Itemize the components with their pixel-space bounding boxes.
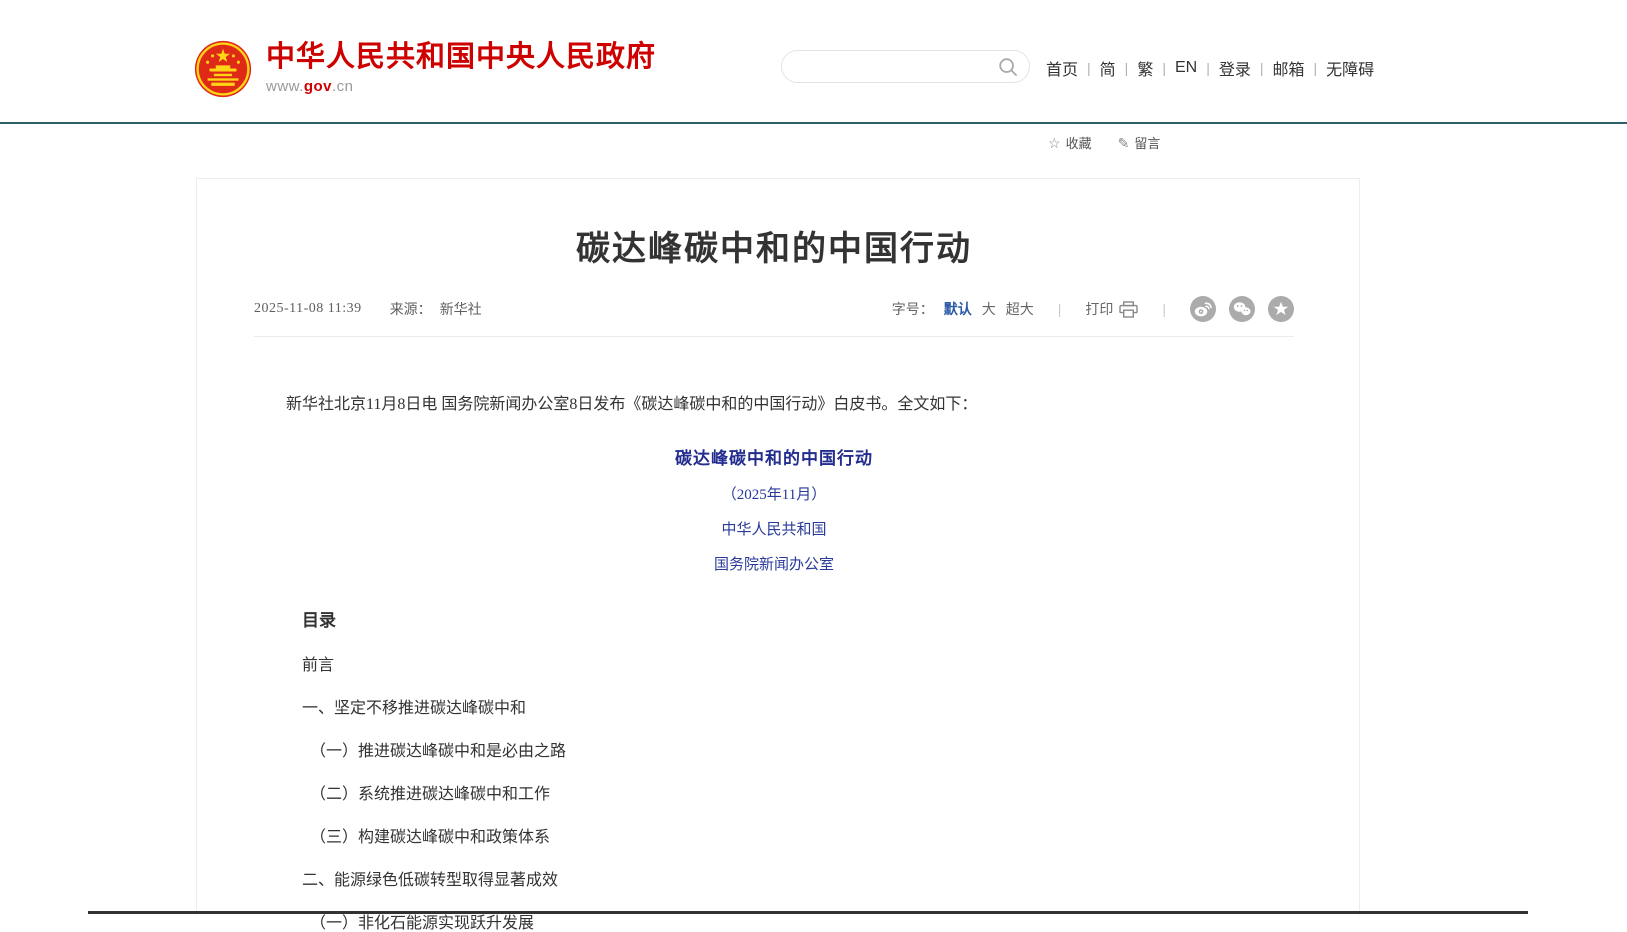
source-value: 新华社 — [440, 299, 482, 319]
article-title: 碳达峰碳中和的中国行动 — [254, 221, 1294, 270]
quick-actions: ☆ 收藏 ✎ 留言 — [1048, 133, 1160, 152]
nav-link-accessibility[interactable]: 无障碍 — [1326, 56, 1374, 80]
nav-separator: | — [1087, 60, 1091, 76]
pencil-icon: ✎ — [1118, 136, 1130, 150]
meta-right: 字号： 默认 大 超大 | 打印 | — [892, 296, 1294, 322]
nav-separator: | — [1314, 60, 1318, 76]
comment-label: 留言 — [1134, 133, 1160, 152]
toc-item: 二、能源绿色低碳转型取得显著成效 — [302, 873, 1294, 889]
article-meta: 2025-11-08 11:39 来源： 新华社 字号： 默认 大 超大 | 打… — [254, 296, 1294, 337]
site-title: 中华人民共和国中央人民政府 — [266, 40, 656, 74]
lead-paragraph: 新华社北京11月8日电 国务院新闻办公室8日发布《碳达峰碳中和的中国行动》白皮书… — [254, 391, 1294, 420]
weibo-icon — [1190, 296, 1216, 322]
nav-separator: | — [1125, 60, 1129, 76]
font-size-default-button[interactable]: 默认 — [944, 299, 972, 319]
document-org-line2: 国务院新闻办公室 — [254, 553, 1294, 574]
site-url: www.gov.cn — [266, 78, 656, 95]
share-icons — [1190, 296, 1294, 322]
source-label: 来源： — [390, 299, 432, 319]
publish-date: 2025-11-08 11:39 — [254, 301, 362, 317]
toc-item: 一、坚定不移推进碳达峰碳中和 — [302, 701, 1294, 717]
toc-item: 前言 — [302, 658, 1294, 674]
favorite-label: 收藏 — [1066, 133, 1092, 152]
printer-icon — [1119, 301, 1138, 318]
url-suffix: .cn — [332, 78, 354, 95]
nav-link-home[interactable]: 首页 — [1046, 56, 1078, 80]
share-wechat-button[interactable] — [1229, 296, 1255, 322]
document-title: 碳达峰碳中和的中国行动 — [254, 444, 1294, 469]
nav-link-mail[interactable]: 邮箱 — [1273, 56, 1305, 80]
share-weibo-button[interactable] — [1190, 296, 1216, 322]
toc-item: （一）非化石能源实现跃升发展 — [302, 916, 1294, 932]
top-nav: 首页 | 简 | 繁 | EN | 登录 | 邮箱 | 无障碍 — [1046, 56, 1374, 80]
print-label: 打印 — [1085, 299, 1113, 319]
table-of-contents: 前言 一、坚定不移推进碳达峰碳中和 （一）推进碳达峰碳中和是必由之路 （二）系统… — [302, 658, 1294, 932]
magnifier-icon — [998, 57, 1018, 77]
wechat-icon — [1229, 296, 1255, 322]
footer-top-border — [88, 911, 1528, 914]
font-size-large-button[interactable]: 大 — [982, 299, 996, 319]
document-org-line1: 中华人民共和国 — [254, 518, 1294, 539]
share-qzone-button[interactable] — [1268, 296, 1294, 322]
logo-text: 中华人民共和国中央人民政府 www.gov.cn — [266, 40, 656, 95]
search-input[interactable] — [798, 59, 997, 75]
nav-separator: | — [1206, 60, 1210, 76]
site-logo[interactable]: 中华人民共和国中央人民政府 www.gov.cn — [194, 40, 656, 98]
url-prefix: www. — [266, 78, 304, 95]
document-date: （2025年11月） — [254, 483, 1294, 504]
article-container: 碳达峰碳中和的中国行动 2025-11-08 11:39 来源： 新华社 字号：… — [196, 178, 1360, 915]
header-divider — [0, 122, 1627, 124]
comment-button[interactable]: ✎ 留言 — [1118, 133, 1161, 152]
nav-link-login[interactable]: 登录 — [1219, 56, 1251, 80]
meta-left: 2025-11-08 11:39 来源： 新华社 — [254, 299, 482, 319]
search-button[interactable] — [997, 56, 1019, 78]
nav-link-simplified[interactable]: 简 — [1100, 56, 1116, 80]
search-box — [781, 50, 1030, 83]
font-size-label: 字号： — [892, 299, 934, 319]
nav-separator: | — [1260, 60, 1264, 76]
document-heading: 碳达峰碳中和的中国行动 （2025年11月） 中华人民共和国 国务院新闻办公室 — [254, 444, 1294, 574]
nav-link-english[interactable]: EN — [1175, 59, 1197, 77]
toc-item: （二）系统推进碳达峰碳中和工作 — [302, 787, 1294, 803]
favorite-button[interactable]: ☆ 收藏 — [1048, 133, 1092, 152]
star-outline-icon: ☆ — [1048, 136, 1061, 150]
toc-item: （三）构建碳达峰碳中和政策体系 — [302, 830, 1294, 846]
page: { "header": { "site_title": "中华人民共和国中央人民… — [0, 0, 1627, 915]
nav-separator: | — [1162, 60, 1166, 76]
meta-separator: | — [1058, 301, 1062, 317]
national-emblem-icon — [194, 40, 252, 98]
font-size-xlarge-button[interactable]: 超大 — [1006, 299, 1034, 319]
toc-item: （一）推进碳达峰碳中和是必由之路 — [302, 744, 1294, 760]
site-header: 中华人民共和国中央人民政府 www.gov.cn 首页 | 简 | 繁 | EN… — [0, 0, 1627, 122]
toc-heading: 目录 — [302, 606, 1294, 631]
nav-link-traditional[interactable]: 繁 — [1137, 56, 1153, 80]
print-button[interactable]: 打印 — [1085, 299, 1138, 319]
qzone-star-icon — [1268, 296, 1294, 322]
url-gov: gov — [304, 78, 332, 95]
meta-separator: | — [1162, 301, 1166, 317]
